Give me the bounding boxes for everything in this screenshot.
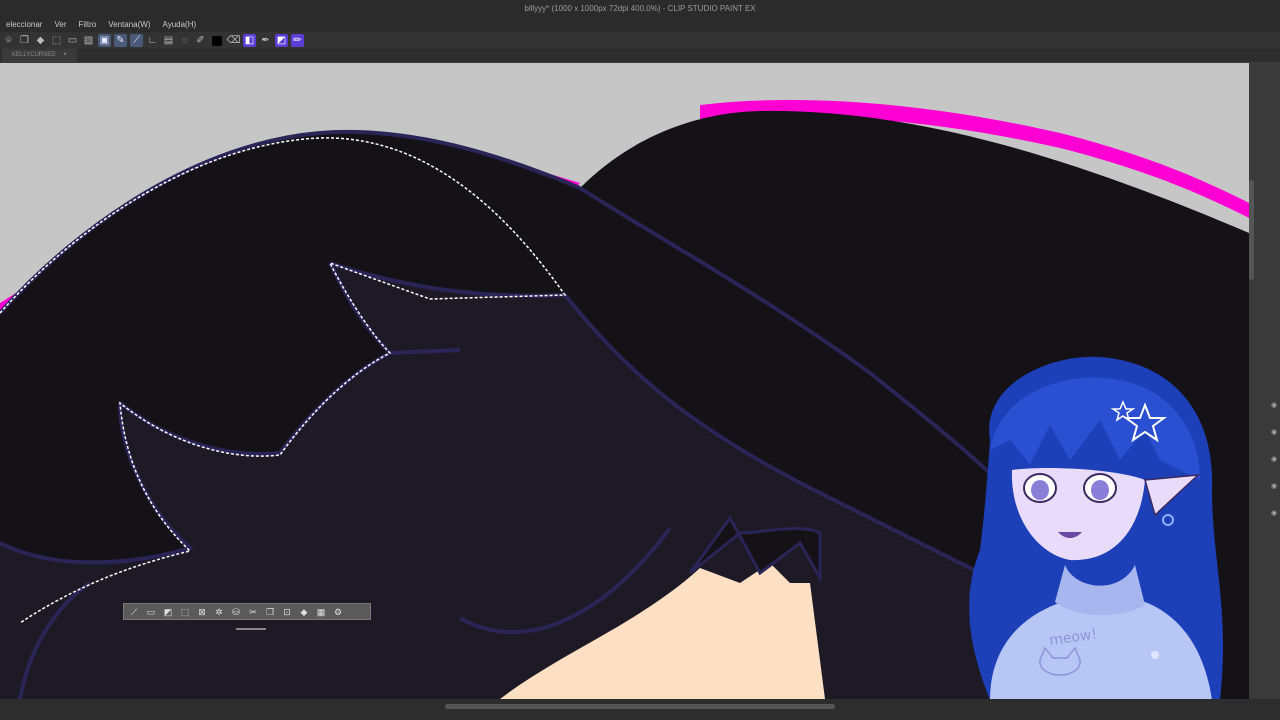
select-transform-icon[interactable]: ✲ bbox=[212, 606, 226, 618]
pen-icon[interactable]: ✎ bbox=[114, 34, 127, 47]
color-black-swatch[interactable] bbox=[212, 35, 222, 46]
eye-icon[interactable]: ◉ bbox=[1271, 456, 1279, 463]
select-all-icon[interactable]: ▭ bbox=[144, 606, 158, 618]
line-icon[interactable]: ⟋ bbox=[130, 34, 143, 47]
menu-help[interactable]: Ayuda(H) bbox=[157, 17, 203, 32]
layer-icon[interactable]: ▤ bbox=[162, 34, 175, 47]
select-copy-icon[interactable]: ❐ bbox=[263, 606, 277, 618]
menu-bar: eleccionar Ver Filtro Ventana(W) Ayuda(H… bbox=[0, 17, 1280, 32]
eye-icon[interactable]: ◉ bbox=[1271, 483, 1279, 490]
select-active-icon[interactable]: ◧ bbox=[243, 34, 256, 47]
lasso-icon[interactable]: ⌾ bbox=[2, 34, 15, 47]
select-shrink-icon[interactable]: ⊠ bbox=[195, 606, 209, 618]
vertical-scrollbar[interactable] bbox=[1249, 180, 1254, 280]
eraser-icon[interactable]: ⌫ bbox=[226, 34, 240, 47]
right-dock: ◉ ◉ ◉ ◉ ◉ bbox=[1249, 63, 1280, 699]
pen-purple-icon[interactable]: ✏ bbox=[291, 34, 304, 47]
menu-window[interactable]: Ventana(W) bbox=[102, 17, 156, 32]
select-more-icon[interactable]: ▦ bbox=[314, 606, 328, 618]
status-bar bbox=[0, 699, 1280, 720]
transform-icon[interactable]: ⬚ bbox=[50, 34, 63, 47]
select-mask-icon[interactable]: ◆ bbox=[297, 606, 311, 618]
eyedrop-icon[interactable]: ✒ bbox=[259, 34, 272, 47]
eye-icon[interactable]: ◉ bbox=[1271, 402, 1279, 409]
select-expand-icon[interactable]: ⬚ bbox=[178, 606, 192, 618]
select-fill-icon[interactable]: ⛁ bbox=[229, 606, 243, 618]
menu-filter[interactable]: Filtro bbox=[72, 17, 102, 32]
avatar-illustration: meow! bbox=[969, 356, 1224, 700]
copy-icon[interactable]: ❐ bbox=[18, 34, 31, 47]
select-icon[interactable]: ▭ bbox=[66, 34, 79, 47]
menu-view[interactable]: Ver bbox=[48, 17, 72, 32]
selection-launcher: ⟋ ▭ ◩ ⬚ ⊠ ✲ ⛁ ✂ ❐ ⊡ ◆ ▦ ⚙ bbox=[123, 603, 371, 620]
tab-label: KELLYCURSED bbox=[12, 52, 56, 58]
command-bar: ⌾ ❐ ◆ ⬚ ▭ ▧ ▣ ✎ ⟋ ∟ ▤ ◌ ✐ ⌫ ◧ ✒ ◩ ✏ bbox=[0, 32, 1280, 49]
brush-icon[interactable]: ✐ bbox=[194, 34, 207, 47]
select-clear-icon[interactable]: ✂ bbox=[246, 606, 260, 618]
ruler-icon[interactable]: ∟ bbox=[146, 34, 159, 47]
selection-launcher-handle[interactable] bbox=[236, 628, 266, 630]
eye-icon[interactable]: ◉ bbox=[1271, 429, 1279, 436]
select-cancel-icon[interactable]: ⟋ bbox=[127, 606, 141, 618]
menu-select[interactable]: eleccionar bbox=[0, 17, 48, 32]
paw-icon bbox=[1151, 651, 1159, 659]
select-cut-icon[interactable]: ⊡ bbox=[280, 606, 294, 618]
fill-icon[interactable]: ◆ bbox=[34, 34, 47, 47]
horizontal-scrollbar[interactable] bbox=[445, 704, 835, 709]
vtuber-avatar-overlay: meow! bbox=[950, 350, 1240, 700]
window-title: billyyy* (1000 x 1000px 72dpi 400.0%) - … bbox=[0, 0, 1280, 17]
clip-icon[interactable]: ◌ bbox=[178, 34, 191, 47]
tab-document[interactable]: KELLYCURSED × bbox=[2, 49, 77, 62]
hatch-icon[interactable]: ▧ bbox=[82, 34, 95, 47]
select-rect-icon[interactable]: ▣ bbox=[98, 34, 111, 47]
select-invert-icon[interactable]: ◩ bbox=[161, 606, 175, 618]
close-icon[interactable]: × bbox=[63, 52, 67, 58]
document-tabs: KELLYCURSED × bbox=[0, 49, 1280, 62]
eye-icon[interactable]: ◉ bbox=[1271, 510, 1279, 517]
select-settings-icon[interactable]: ⚙ bbox=[331, 606, 345, 618]
blend-icon[interactable]: ◩ bbox=[275, 34, 288, 47]
